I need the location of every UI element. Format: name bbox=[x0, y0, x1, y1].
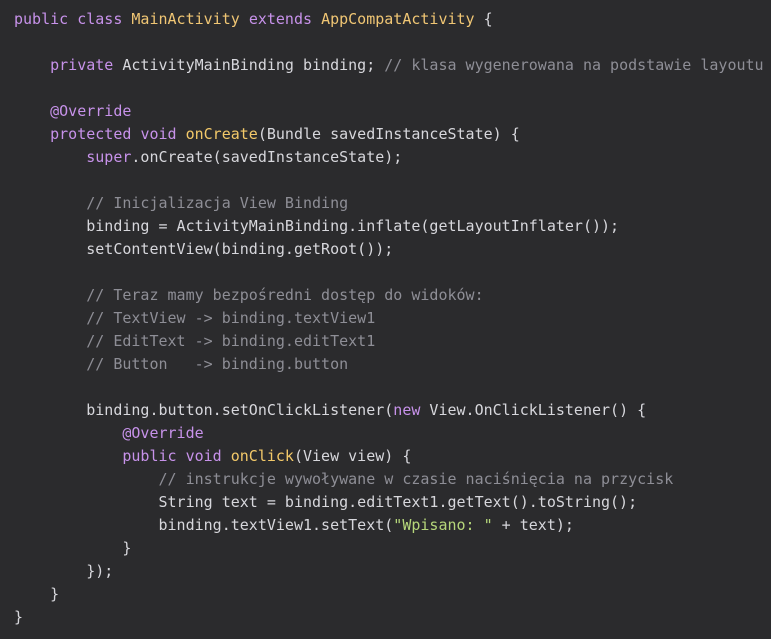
code-token: // instrukcje wywoływane w czasie naciśn… bbox=[158, 470, 674, 488]
code-line: // Inicjalizacja View Binding bbox=[14, 192, 771, 215]
code-line: protected void onCreate(Bundle savedInst… bbox=[14, 123, 771, 146]
code-token: void bbox=[140, 125, 177, 143]
code-token: onClick bbox=[230, 447, 294, 465]
code-token: @Override bbox=[122, 424, 204, 442]
code-token: View.OnClickListener() { bbox=[420, 401, 647, 419]
code-line: } bbox=[14, 583, 771, 606]
code-line: binding.textView1.setText("Wpisano: " + … bbox=[14, 514, 771, 537]
code-line: // instrukcje wywoływane w czasie naciśn… bbox=[14, 468, 771, 491]
code-line: super.onCreate(savedInstanceState); bbox=[14, 146, 771, 169]
code-token: "Wpisano: " bbox=[393, 516, 493, 534]
code-token: public bbox=[122, 447, 177, 465]
code-token: new bbox=[393, 401, 421, 419]
code-line: public class MainActivity extends AppCom… bbox=[14, 8, 771, 31]
code-token: // Button -> binding.button bbox=[86, 355, 349, 373]
code-token: } bbox=[14, 608, 24, 626]
code-line: binding.button.setOnClickListener(new Vi… bbox=[14, 399, 771, 422]
code-token: } bbox=[14, 539, 132, 557]
code-token: void bbox=[185, 447, 222, 465]
code-token: ActivityMainBinding binding; bbox=[113, 56, 385, 74]
code-token: setContentView(binding.getRoot()); bbox=[14, 240, 394, 258]
code-token: } bbox=[14, 585, 60, 603]
code-line: } bbox=[14, 537, 771, 560]
code-token: onCreate bbox=[185, 125, 258, 143]
code-token: .onCreate(savedInstanceState); bbox=[131, 148, 403, 166]
code-token: (View view) { bbox=[293, 447, 412, 465]
code-token: MainActivity bbox=[131, 10, 240, 28]
code-token: // Inicjalizacja View Binding bbox=[86, 194, 349, 212]
code-token: { bbox=[474, 10, 493, 28]
code-line: public void onClick(View view) { bbox=[14, 445, 771, 468]
code-line: }); bbox=[14, 560, 771, 583]
code-token: @Override bbox=[50, 102, 132, 120]
code-token: }); bbox=[14, 562, 114, 580]
code-token: + text); bbox=[492, 516, 574, 534]
code-line: setContentView(binding.getRoot()); bbox=[14, 238, 771, 261]
code-token: binding = ActivityMainBinding.inflate(ge… bbox=[14, 217, 620, 235]
code-line: // EditText -> binding.editText1 bbox=[14, 330, 771, 353]
code-line: binding = ActivityMainBinding.inflate(ge… bbox=[14, 215, 771, 238]
code-line: // Teraz mamy bezpośredni dostęp do wido… bbox=[14, 284, 771, 307]
code-token: extends bbox=[248, 10, 313, 28]
code-line: // Button -> binding.button bbox=[14, 353, 771, 376]
code-token: (Bundle savedInstanceState) { bbox=[257, 125, 520, 143]
code-token: super bbox=[86, 148, 132, 166]
code-line: @Override bbox=[14, 100, 771, 123]
code-line: } bbox=[14, 606, 771, 629]
code-token: class bbox=[77, 10, 123, 28]
code-line: @Override bbox=[14, 422, 771, 445]
code-editor: public class MainActivity extends AppCom… bbox=[14, 8, 771, 629]
code-token: // EditText -> binding.editText1 bbox=[86, 332, 376, 350]
code-token: protected bbox=[50, 125, 132, 143]
code-token: // Teraz mamy bezpośredni dostęp do wido… bbox=[86, 286, 484, 304]
code-token: AppCompatActivity bbox=[321, 10, 475, 28]
code-token: // TextView -> binding.textView1 bbox=[86, 309, 376, 327]
code-line: // TextView -> binding.textView1 bbox=[14, 307, 771, 330]
code-token: public bbox=[14, 10, 69, 28]
code-token: private bbox=[50, 56, 114, 74]
code-token: String text = binding.editText1.getText(… bbox=[14, 493, 638, 511]
code-token: // klasa wygenerowana na podstawie layou… bbox=[384, 56, 764, 74]
code-token: binding.button.setOnClickListener( bbox=[14, 401, 394, 419]
code-token: binding.textView1.setText( bbox=[14, 516, 394, 534]
code-line: private ActivityMainBinding binding; // … bbox=[14, 54, 771, 77]
code-line: String text = binding.editText1.getText(… bbox=[14, 491, 771, 514]
